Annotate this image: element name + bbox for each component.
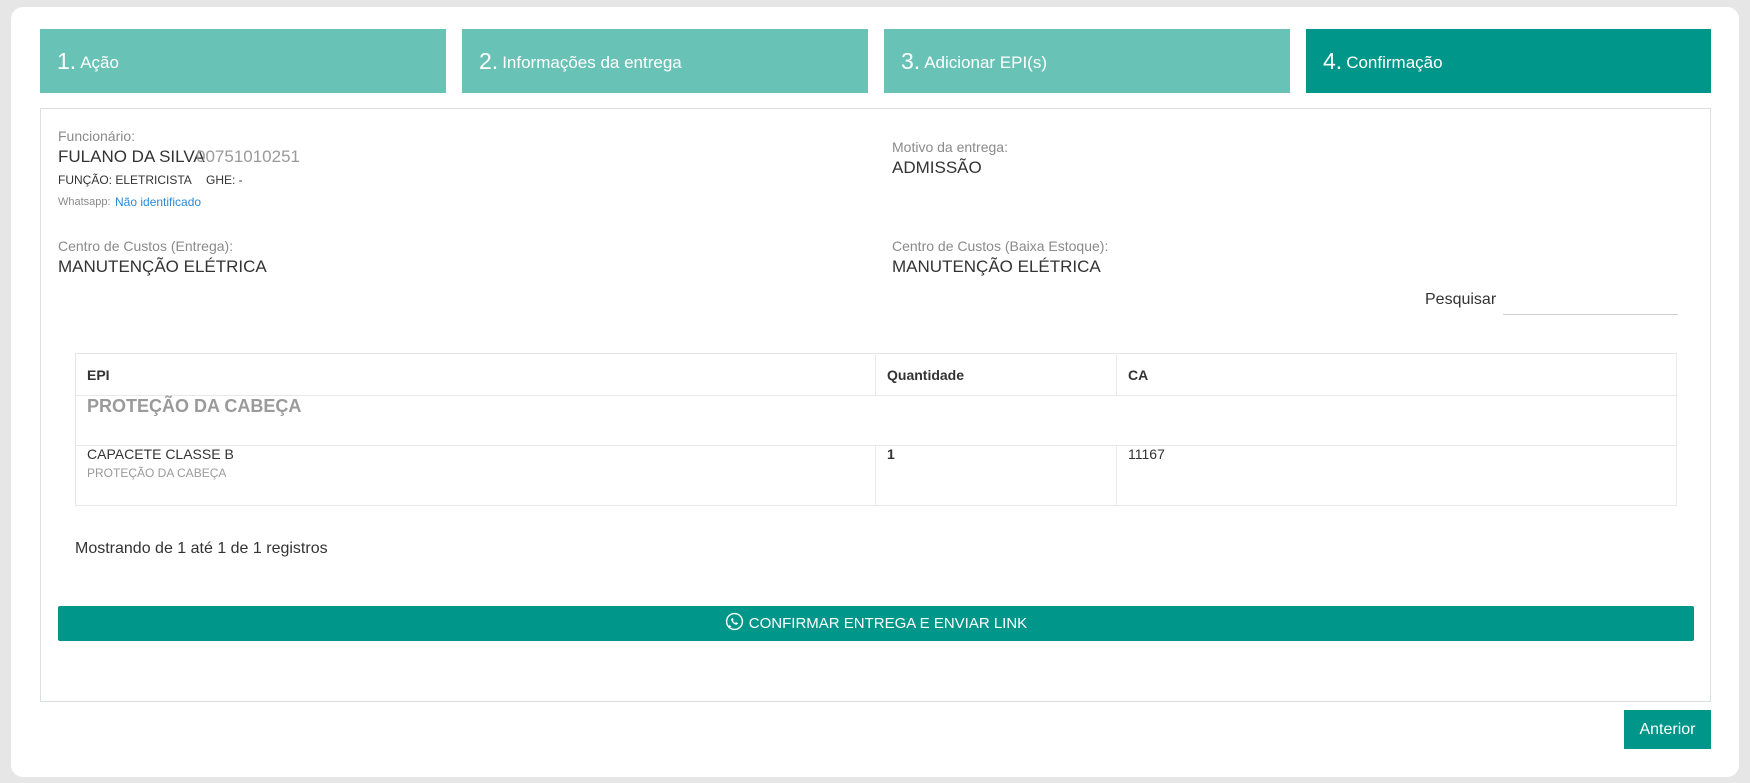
confirmation-panel: Funcionário: FULANO DA SILVA 00751010251… (40, 108, 1711, 702)
column-header-quantidade[interactable]: Quantidade (875, 353, 1117, 396)
epi-name: CAPACETE CLASSE B (87, 446, 234, 462)
confirm-delivery-label: CONFIRMAR ENTREGA E ENVIAR LINK (748, 615, 1028, 632)
step-acao[interactable]: 1. Ação (40, 29, 446, 93)
table-row: CAPACETE CLASSE B PROTEÇÃO DA CABEÇA 1 1… (75, 445, 1677, 506)
employee-name: FULANO DA SILVA (58, 147, 205, 166)
whatsapp-link[interactable]: Não identificado (115, 195, 201, 209)
step-informacoes-entrega[interactable]: 2. Informações da entrega (462, 29, 868, 93)
search-input[interactable] (1503, 287, 1678, 315)
reason-value: ADMISSÃO (892, 158, 982, 177)
group-label: PROTEÇÃO DA CABEÇA (75, 395, 1677, 446)
search-label: Pesquisar (1425, 291, 1497, 308)
step-label: Confirmação (1346, 53, 1443, 72)
quantity-cell: 1 (875, 445, 1117, 506)
epi-category: PROTEÇÃO DA CABEÇA (87, 466, 227, 480)
step-number: 1. (57, 47, 77, 74)
cost-center-delivery-value: MANUTENÇÃO ELÉTRICA (58, 257, 267, 276)
wizard-steps: 1. Ação 2. Informações da entrega 3. Adi… (40, 29, 1711, 93)
employee-label: Funcionário: (58, 128, 136, 144)
pagination-info: Mostrando de 1 até 1 de 1 registros (75, 540, 328, 557)
cost-center-delivery-label: Centro de Custos (Entrega): (58, 238, 234, 254)
previous-button[interactable]: Anterior (1624, 710, 1711, 749)
epi-cell: CAPACETE CLASSE B PROTEÇÃO DA CABEÇA (75, 445, 876, 506)
whatsapp-label: Whatsapp: (58, 196, 111, 208)
employee-ghe: GHE: - (206, 173, 243, 187)
step-label: Ação (80, 53, 119, 72)
reason-label: Motivo da entrega: (892, 139, 1008, 155)
column-header-epi[interactable]: EPI (75, 353, 876, 396)
step-number: 3. (901, 47, 921, 74)
confirm-delivery-button[interactable]: CONFIRMAR ENTREGA E ENVIAR LINK (58, 606, 1694, 641)
table-header-row: EPI Quantidade CA (75, 353, 1677, 396)
step-label: Informações da entrega (502, 53, 682, 72)
cost-center-stock-value: MANUTENÇÃO ELÉTRICA (892, 257, 1101, 276)
step-label: Adicionar EPI(s) (924, 53, 1048, 72)
column-header-ca[interactable]: CA (1116, 353, 1677, 396)
employee-id: 00751010251 (196, 147, 301, 166)
epi-table: EPI Quantidade CA PROTEÇÃO DA CABEÇA CAP… (75, 353, 1677, 506)
ca-cell: 11167 (1116, 445, 1677, 506)
step-number: 4. (1323, 47, 1343, 74)
employee-function: FUNÇÃO: ELETRICISTA (58, 173, 192, 187)
whatsapp-icon (725, 612, 749, 635)
step-adicionar-epi[interactable]: 3. Adicionar EPI(s) (884, 29, 1290, 93)
step-number: 2. (479, 47, 499, 74)
cost-center-stock-label: Centro de Custos (Baixa Estoque): (892, 238, 1109, 254)
table-group-row: PROTEÇÃO DA CABEÇA (75, 395, 1677, 446)
step-confirmacao[interactable]: 4. Confirmação (1306, 29, 1711, 93)
